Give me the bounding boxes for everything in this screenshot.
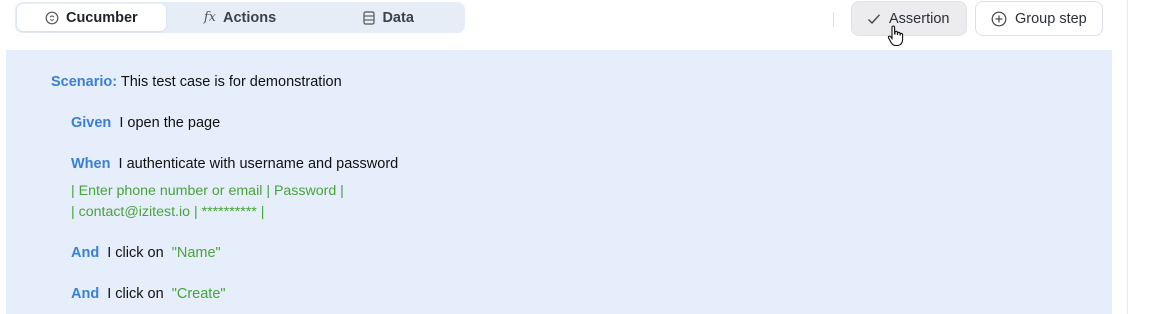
step-text: I authenticate with username and passwor… — [118, 156, 399, 172]
tab-cucumber[interactable]: Cucumber — [17, 4, 166, 31]
step-line: And I click on "Create" — [71, 286, 226, 302]
assertion-button[interactable]: Assertion — [851, 1, 967, 36]
view-tabs: Cucumber fx Actions Data — [15, 2, 465, 33]
tab-actions[interactable]: fx Actions — [166, 4, 315, 31]
step-line: And I click on "Name" — [71, 245, 221, 261]
tab-data[interactable]: Data — [314, 4, 463, 31]
checkmark-icon — [867, 13, 881, 25]
step-text: I click on — [107, 245, 164, 261]
tab-data-label: Data — [382, 9, 414, 26]
toolbar-divider — [833, 12, 834, 27]
data-table-row: | contact@izitest.io | ********** | — [71, 204, 265, 220]
data-icon — [363, 10, 376, 25]
tab-cucumber-label: Cucumber — [65, 9, 138, 26]
group-step-label: Group step — [1015, 10, 1087, 27]
gherkin-editor[interactable]: Scenario: This test case is for demonstr… — [6, 50, 1112, 314]
scenario-keyword: Scenario: — [51, 74, 118, 90]
step-line: Given I open the page — [71, 115, 220, 131]
step-text: I open the page — [119, 115, 221, 131]
step-keyword: And — [71, 245, 100, 261]
scenario-line: Scenario: This test case is for demonstr… — [51, 74, 342, 90]
right-edge-divider — [1127, 0, 1128, 314]
step-keyword: Given — [71, 115, 112, 131]
cucumber-icon — [45, 11, 59, 25]
group-step-button[interactable]: Group step — [975, 1, 1103, 36]
step-argument: "Name" — [171, 245, 221, 261]
step-keyword: And — [71, 286, 100, 302]
hand-pointer-cursor-icon — [887, 25, 905, 52]
step-text: I click on — [107, 286, 164, 302]
data-table-row: | Enter phone number or email | Password… — [71, 183, 344, 199]
plus-circle-icon — [991, 11, 1007, 27]
tab-actions-label: Actions — [223, 9, 277, 26]
step-keyword: When — [71, 156, 111, 172]
scenario-title: This test case is for demonstration — [120, 74, 342, 90]
step-argument: "Create" — [171, 286, 226, 302]
step-line: When I authenticate with username and pa… — [71, 156, 398, 172]
fx-icon: fx — [203, 10, 216, 25]
